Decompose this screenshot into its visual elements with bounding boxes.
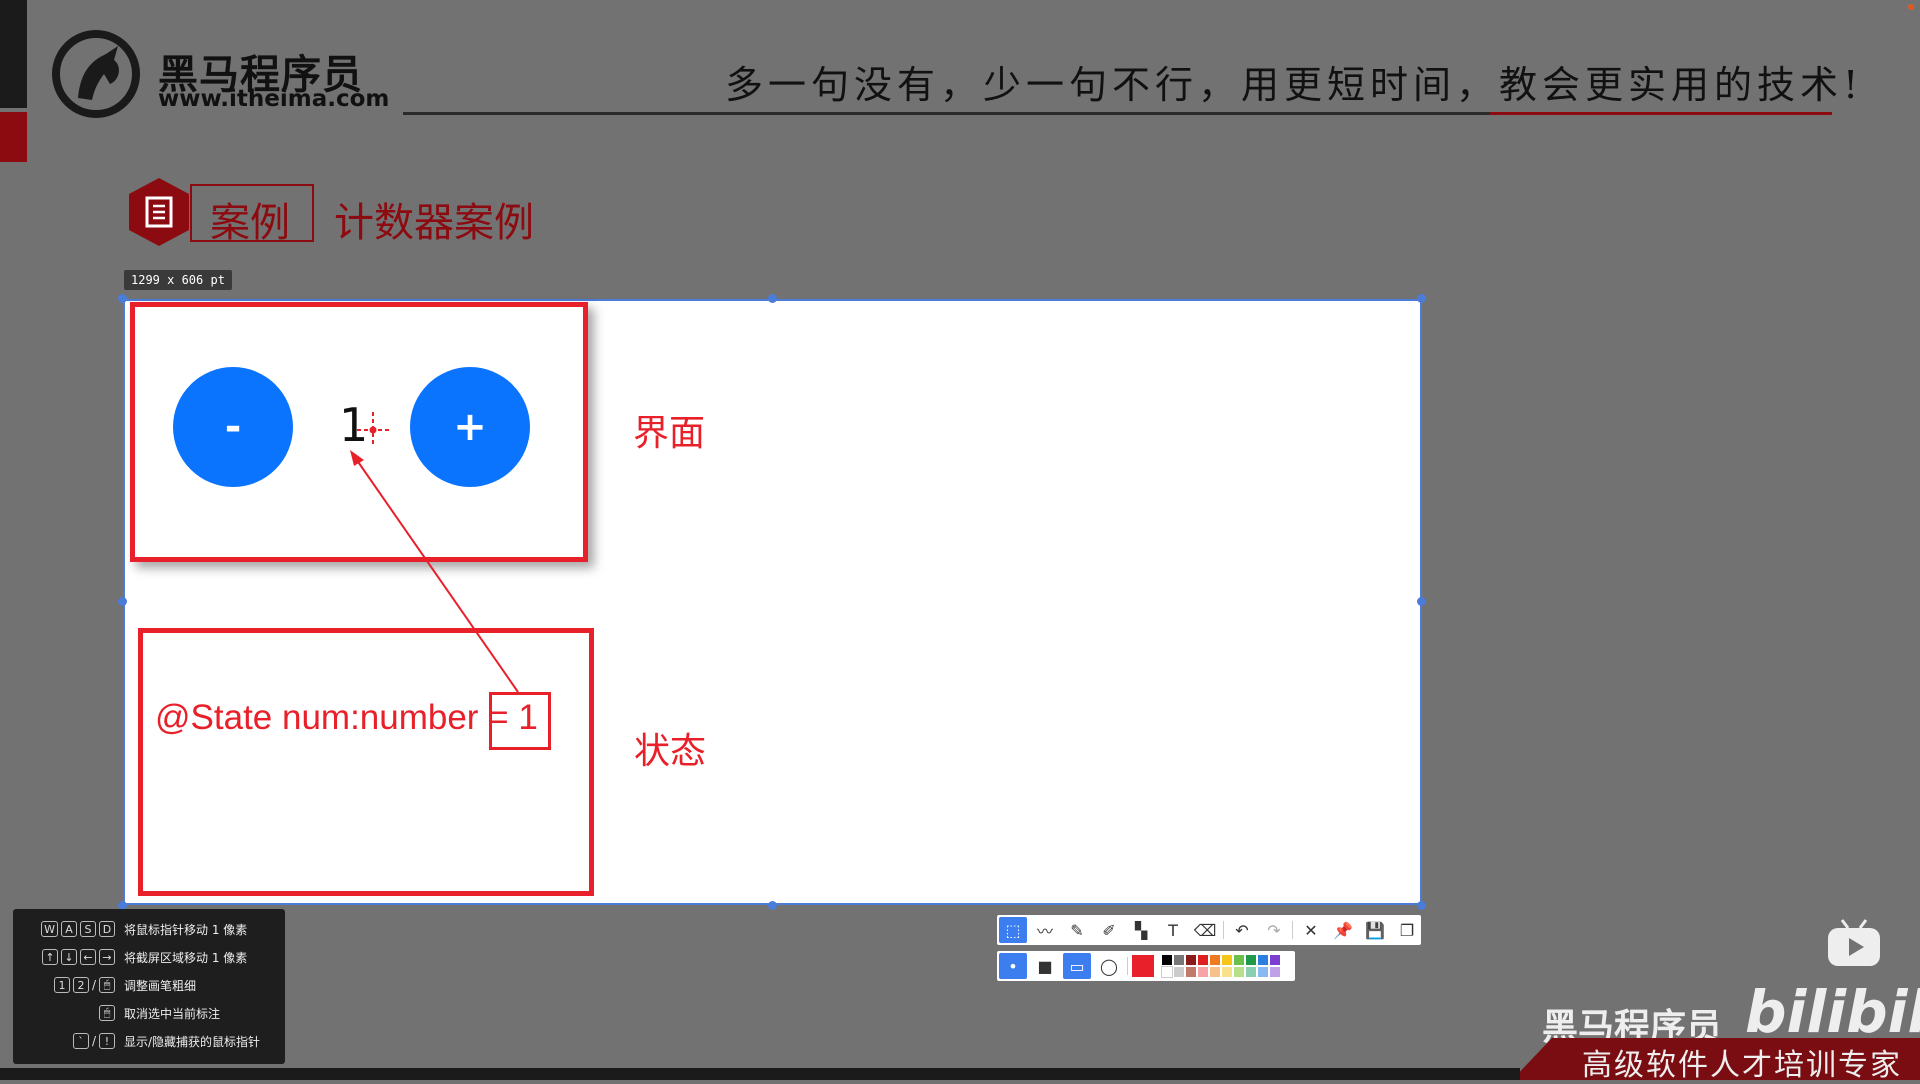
mosaic-icon[interactable]: ▚ [1127,917,1155,943]
key-cap: ! [99,1033,115,1049]
color-swatch[interactable] [1210,967,1220,977]
bottom-dark-bar [0,1068,1520,1080]
pin-icon[interactable]: 📌 [1329,917,1357,943]
decrement-button: - [173,367,293,487]
text-icon[interactable]: T [1159,917,1187,943]
shortcut-row: 🖱 取消选中当前标注 [13,1003,285,1025]
annotation-toolbar: ⬚ 〰 ✎ ✐ ▚ T ⌫ ↶ ↷ ✕ 📌 💾 ❐ [997,915,1421,945]
color-swatch[interactable] [1258,955,1268,965]
marker-icon[interactable]: ✐ [1095,917,1123,943]
filled-rect-icon[interactable]: ■ [1031,953,1059,979]
color-swatch[interactable] [1246,955,1256,965]
resize-handle-right[interactable] [1417,597,1426,606]
color-swatch[interactable] [1234,955,1244,965]
section-title: 计数器案例 [334,200,534,246]
shortcut-description: 将截屏区域移动 1 像素 [124,951,248,965]
close-icon[interactable]: ✕ [1297,917,1325,943]
watermark-slogan: 高级软件人才培训专家 [1582,1048,1902,1083]
polyline-icon[interactable]: 〰 [1031,917,1059,943]
key-cap: ↑ [42,949,58,965]
key-cap: D [99,921,115,937]
key-cap: ← [80,949,96,965]
save-icon[interactable]: 💾 [1361,917,1389,943]
style-toolbar: • ■ ▭ ◯ [997,951,1295,981]
brand-url: www.itheima.com [158,86,390,112]
select-icon[interactable]: ⬚ [999,917,1027,943]
shortcut-row: ↑ ↓ ← → 将截屏区域移动 1 像素 [13,947,285,969]
shortcut-description: 取消选中当前标注 [124,1007,221,1021]
recording-indicator [1908,4,1914,10]
color-swatch[interactable] [1174,967,1184,977]
left-red-bar [0,112,27,162]
color-palette [1161,955,1280,978]
copy-icon[interactable]: ❐ [1393,917,1421,943]
shortcut-row: 1 2 / 🖱 调整画笔粗细 [13,975,285,997]
shortcut-help-panel: W A S D 将鼠标指针移动 1 像素 ↑ ↓ ← → 将截屏区域移动 1 像… [13,909,285,1064]
resize-handle-bottom-right[interactable] [1417,901,1426,910]
ui-label: 界面 [633,413,706,454]
key-cap: 2 [72,977,89,993]
current-color-swatch[interactable] [1132,955,1154,977]
header-divider-accent [1490,112,1832,115]
resize-handle-top-right[interactable] [1417,294,1426,303]
color-swatch[interactable] [1198,967,1208,977]
toolbar-divider [1223,921,1224,939]
key-separator: / [91,1034,96,1048]
ellipse-icon[interactable]: ◯ [1095,953,1123,979]
color-swatch[interactable] [1161,966,1173,978]
key-separator: / [91,978,96,992]
color-swatch[interactable] [1186,967,1196,977]
key-cap: 1 [53,977,70,993]
shortcut-row: W A S D 将鼠标指针移动 1 像素 [13,919,285,941]
resize-handle-left[interactable] [118,597,127,606]
mouse-right-click-icon: 🖱 [99,1005,115,1021]
section-tag: 案例 [210,200,290,246]
header-slogan: 多一句没有，少一句不行，用更短时间，教会更实用的技术! [725,63,1864,107]
color-swatch[interactable] [1222,955,1232,965]
undo-icon[interactable]: ↶ [1228,917,1256,943]
horse-logo-icon [52,30,140,118]
bilibili-logo: bilibili [1745,978,1920,1046]
mouse-wheel-icon: 🖱 [99,977,115,993]
color-swatch[interactable] [1186,955,1196,965]
state-code: @State num:number = 1 [155,698,538,737]
shortcut-row: ` / ! 显示/隐藏捕获的鼠标指针 [13,1031,285,1053]
state-annotation-box[interactable] [138,628,594,896]
redo-icon[interactable]: ↷ [1260,917,1288,943]
toolbar-divider [1127,957,1128,975]
color-swatch[interactable] [1210,955,1220,965]
video-play-icon [1828,919,1880,966]
state-label: 状态 [634,731,707,772]
capture-size-badge: 1299 x 606 pt [124,270,232,290]
state-value-highlight[interactable] [489,692,551,750]
key-cap: S [80,921,96,937]
shortcut-description: 将鼠标指针移动 1 像素 [124,923,248,937]
key-cap: ↓ [61,949,77,965]
color-swatch[interactable] [1198,955,1208,965]
toolbar-divider [1292,921,1293,939]
color-swatch[interactable] [1258,967,1268,977]
outline-rect-icon[interactable]: ▭ [1063,953,1091,979]
pen-icon[interactable]: ✎ [1063,917,1091,943]
color-swatch[interactable] [1234,967,1244,977]
color-swatch[interactable] [1162,955,1172,965]
shortcut-description: 调整画笔粗细 [124,979,197,993]
resize-handle-top-left[interactable] [118,294,127,303]
eraser-icon[interactable]: ⌫ [1191,917,1219,943]
left-dark-bar [0,0,27,108]
color-swatch[interactable] [1246,967,1256,977]
color-swatch[interactable] [1174,955,1184,965]
shortcut-description: 显示/隐藏捕获的鼠标指针 [124,1035,261,1049]
resize-handle-top[interactable] [768,294,777,303]
color-swatch[interactable] [1222,967,1232,977]
key-cap: → [99,949,115,965]
key-cap: W [41,921,58,937]
key-cap: ` [72,1033,89,1049]
key-cap: A [61,921,77,937]
resize-handle-bottom[interactable] [768,901,777,910]
stroke-size-icon[interactable]: • [999,953,1027,979]
color-swatch[interactable] [1270,967,1280,977]
color-swatch[interactable] [1270,955,1280,965]
document-icon [129,178,189,246]
